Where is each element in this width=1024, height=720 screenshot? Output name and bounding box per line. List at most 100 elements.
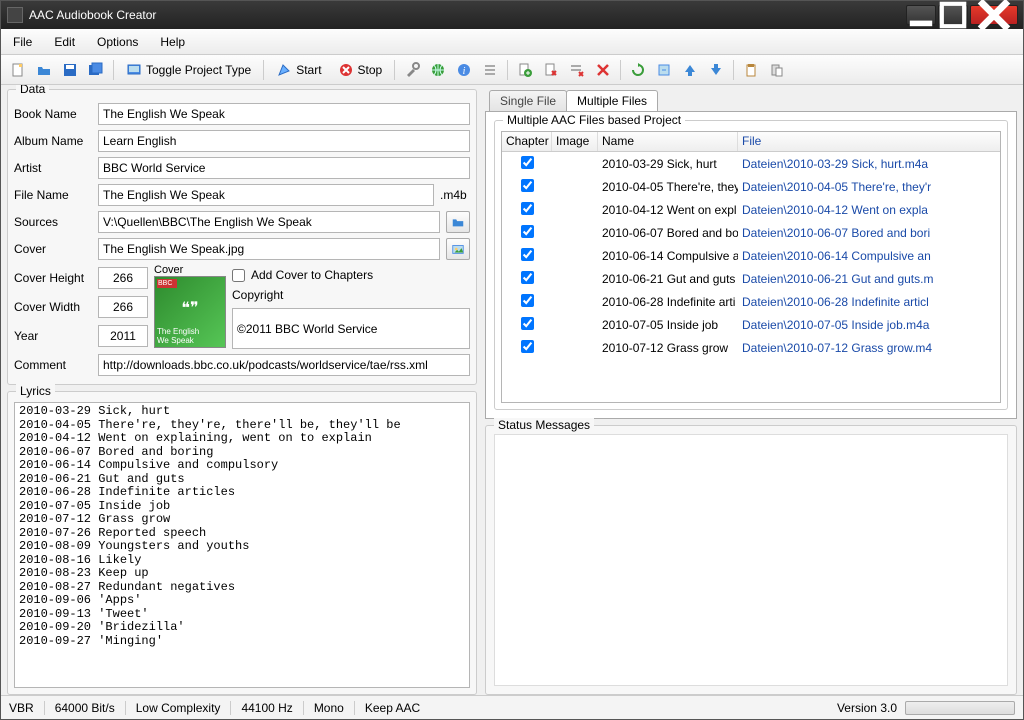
new-button[interactable] <box>7 59 29 81</box>
status-vbr: VBR <box>9 701 45 715</box>
row-checkbox[interactable] <box>521 156 534 169</box>
close-button[interactable] <box>970 5 1018 25</box>
menu-edit[interactable]: Edit <box>48 31 81 53</box>
menu-file[interactable]: File <box>7 31 38 53</box>
start-button[interactable]: Start <box>270 59 327 81</box>
add-file-button[interactable] <box>514 59 536 81</box>
table-row[interactable]: 2010-07-12 Grass growDateien\2010-07-12 … <box>502 336 1000 359</box>
export-button[interactable] <box>653 59 675 81</box>
table-row[interactable]: 2010-04-05 There're, theyDateien\2010-04… <box>502 175 1000 198</box>
table-row[interactable]: 2010-06-21 Gut and gutsDateien\2010-06-2… <box>502 267 1000 290</box>
minimize-button[interactable] <box>906 5 936 25</box>
stop-button[interactable]: Stop <box>332 59 389 81</box>
data-group: Data Book Name Album Name Artist File Na… <box>7 89 477 385</box>
table-row[interactable]: 2010-06-28 Indefinite artiDateien\2010-0… <box>502 290 1000 313</box>
menu-bar: File Edit Options Help <box>1 29 1023 55</box>
move-down-button[interactable] <box>705 59 727 81</box>
title-bar: AAC Audiobook Creator <box>1 1 1023 29</box>
web-button[interactable] <box>427 59 449 81</box>
row-file: Dateien\2010-07-12 Grass grow.m4 <box>738 341 1000 355</box>
menu-options[interactable]: Options <box>91 31 144 53</box>
label-year: Year <box>14 329 92 343</box>
move-up-button[interactable] <box>679 59 701 81</box>
copyright-input[interactable] <box>232 308 470 349</box>
cover-width-input[interactable] <box>98 296 148 318</box>
row-checkbox[interactable] <box>521 202 534 215</box>
status-samplerate: 44100 Hz <box>231 701 303 715</box>
paste-button[interactable] <box>766 59 788 81</box>
status-keep: Keep AAC <box>355 701 430 715</box>
col-name[interactable]: Name <box>598 132 738 151</box>
label-cover-height: Cover Height <box>14 271 92 285</box>
clipboard-button[interactable] <box>740 59 762 81</box>
label-comment: Comment <box>14 358 92 372</box>
refresh-button[interactable] <box>627 59 649 81</box>
table-row[interactable]: 2010-04-12 Went on explDateien\2010-04-1… <box>502 198 1000 221</box>
row-checkbox[interactable] <box>521 271 534 284</box>
add-cover-checkbox[interactable]: Add Cover to Chapters <box>232 268 470 282</box>
row-checkbox[interactable] <box>521 225 534 238</box>
row-file: Dateien\2010-04-05 There're, they'r <box>738 180 1000 194</box>
tab-single-file[interactable]: Single File <box>489 90 567 111</box>
file-table-body[interactable]: 2010-03-29 Sick, hurtDateien\2010-03-29 … <box>502 152 1000 402</box>
row-checkbox[interactable] <box>521 248 534 261</box>
table-row[interactable]: 2010-07-05 Inside jobDateien\2010-07-05 … <box>502 313 1000 336</box>
lyrics-textarea[interactable]: 2010-03-29 Sick, hurt 2010-04-05 There'r… <box>14 402 470 688</box>
app-icon <box>7 7 23 23</box>
add-cover-check-input[interactable] <box>232 269 245 282</box>
browse-sources-button[interactable] <box>446 211 470 233</box>
row-checkbox[interactable] <box>521 294 534 307</box>
table-row[interactable]: 2010-03-29 Sick, hurtDateien\2010-03-29 … <box>502 152 1000 175</box>
status-bar: VBR 64000 Bit/s Low Complexity 44100 Hz … <box>1 695 1023 719</box>
cover-image: BBC ❝❞ The English We Speak <box>154 276 226 348</box>
table-row[interactable]: 2010-06-14 Compulsive aDateien\2010-06-1… <box>502 244 1000 267</box>
maximize-button[interactable] <box>938 5 968 25</box>
label-cover-width: Cover Width <box>14 300 92 314</box>
status-channels: Mono <box>304 701 355 715</box>
progress-bar <box>905 701 1015 715</box>
multiple-files-legend: Multiple AAC Files based Project <box>503 113 685 127</box>
file-name-input[interactable] <box>98 184 434 206</box>
remove-selected-button[interactable] <box>566 59 588 81</box>
row-file: Dateien\2010-07-05 Inside job.m4a <box>738 318 1000 332</box>
year-input[interactable] <box>98 325 148 347</box>
lyrics-group: Lyrics 2010-03-29 Sick, hurt 2010-04-05 … <box>7 391 477 695</box>
list-button[interactable] <box>479 59 501 81</box>
remove-file-button[interactable] <box>540 59 562 81</box>
cover-height-input[interactable] <box>98 267 148 289</box>
sources-input[interactable] <box>98 211 440 233</box>
row-name: 2010-06-07 Bored and bo <box>598 226 738 240</box>
row-checkbox[interactable] <box>521 340 534 353</box>
status-version: Version 3.0 <box>837 701 897 715</box>
tab-multiple-files[interactable]: Multiple Files <box>566 90 658 111</box>
row-checkbox[interactable] <box>521 317 534 330</box>
start-label: Start <box>296 63 321 77</box>
tools-button[interactable] <box>401 59 423 81</box>
menu-help[interactable]: Help <box>154 31 191 53</box>
comment-input[interactable] <box>98 354 470 376</box>
col-file[interactable]: File <box>738 132 1000 151</box>
status-messages-group: Status Messages <box>485 425 1017 695</box>
info-button[interactable]: i <box>453 59 475 81</box>
row-checkbox[interactable] <box>521 179 534 192</box>
browse-cover-button[interactable] <box>446 238 470 260</box>
row-name: 2010-07-12 Grass grow <box>598 341 738 355</box>
save-button[interactable] <box>59 59 81 81</box>
artist-input[interactable] <box>98 157 470 179</box>
cover-input[interactable] <box>98 238 440 260</box>
book-name-input[interactable] <box>98 103 470 125</box>
album-name-input[interactable] <box>98 130 470 152</box>
row-file: Dateien\2010-06-07 Bored and bori <box>738 226 1000 240</box>
row-name: 2010-07-05 Inside job <box>598 318 738 332</box>
data-legend: Data <box>16 85 49 96</box>
col-image[interactable]: Image <box>552 132 598 151</box>
toggle-project-type-button[interactable]: Toggle Project Type <box>120 59 257 81</box>
save-all-button[interactable] <box>85 59 107 81</box>
col-chapter[interactable]: Chapter <box>502 132 552 151</box>
delete-button[interactable] <box>592 59 614 81</box>
open-button[interactable] <box>33 59 55 81</box>
table-row[interactable]: 2010-06-07 Bored and boDateien\2010-06-0… <box>502 221 1000 244</box>
status-legend: Status Messages <box>494 418 594 432</box>
copyright-label: Copyright <box>232 288 470 302</box>
row-file: Dateien\2010-06-28 Indefinite articl <box>738 295 1000 309</box>
